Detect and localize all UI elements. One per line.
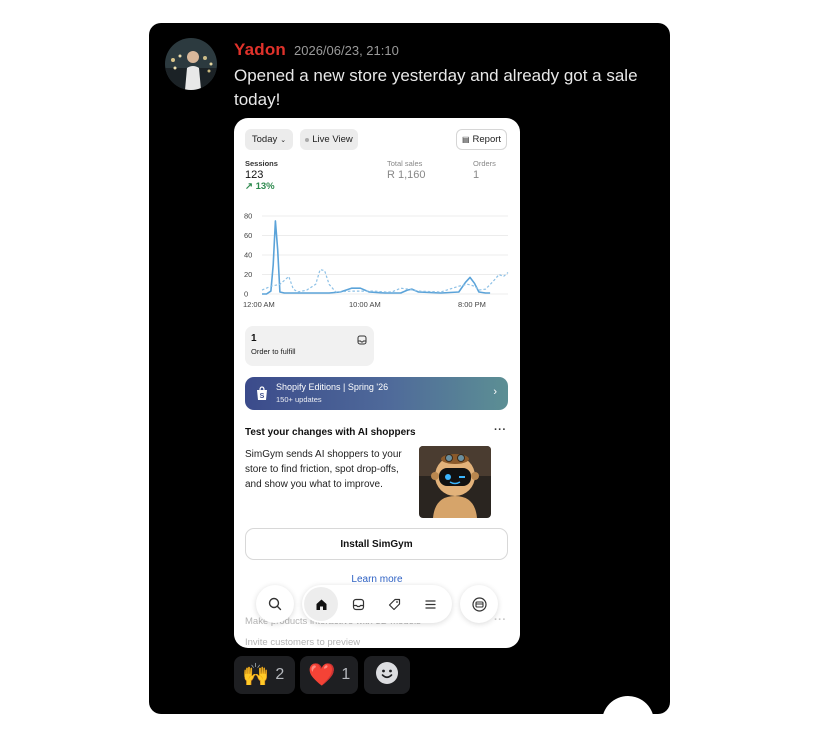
sessions-change-value: 13% bbox=[255, 181, 275, 192]
chevron-down-icon: ⌄ bbox=[280, 136, 287, 144]
x-tick-label: 8:00 PM bbox=[458, 300, 486, 309]
faded-line-2: Invite customers to preview bbox=[245, 637, 361, 648]
sessions-label: Sessions bbox=[245, 159, 278, 168]
range-dropdown: Today ⌄ bbox=[245, 129, 293, 150]
orders-icon bbox=[350, 596, 366, 612]
message-timestamp: 2026/06/23, 21:10 bbox=[294, 43, 399, 58]
live-view-pill: Live View bbox=[300, 129, 358, 150]
attached-screenshot[interactable]: Today ⌄ Live View ▤ Report Sessions 123 … bbox=[234, 118, 520, 648]
message-text: Opened a new store yesterday and already… bbox=[234, 66, 638, 109]
order-to-fulfill-card: 1 Order to fulfill bbox=[245, 326, 374, 366]
sessions-chart: 80 60 40 20 0 bbox=[244, 212, 509, 299]
home-icon bbox=[304, 587, 338, 621]
live-dot-icon bbox=[305, 137, 310, 142]
sales-label: Total sales bbox=[387, 159, 423, 168]
learn-more-link: Learn more bbox=[351, 574, 403, 585]
add-reaction-button[interactable] bbox=[364, 656, 410, 694]
bottom-nav bbox=[256, 585, 498, 623]
orders-value: 1 bbox=[473, 169, 480, 181]
nav-tabs bbox=[302, 585, 452, 623]
more-icon: ··· bbox=[494, 424, 507, 436]
y-tick-label: 60 bbox=[244, 231, 252, 240]
username[interactable]: Yadon bbox=[234, 40, 286, 60]
range-label: Today bbox=[251, 134, 278, 145]
shopify-editions-banner: S Shopify Editions | Spring '26 150+ upd… bbox=[245, 377, 508, 410]
robot-image bbox=[419, 446, 491, 518]
search-icon bbox=[256, 585, 294, 623]
y-tick-label: 40 bbox=[244, 251, 252, 260]
banner-subtitle: 150+ updates bbox=[276, 395, 322, 404]
y-tick-label: 20 bbox=[244, 270, 252, 279]
sales-value: R 1,160 bbox=[387, 169, 426, 181]
inbox-icon bbox=[357, 332, 367, 350]
message-card: Yadon 2026/06/23, 21:10 Opened a new sto… bbox=[149, 23, 670, 714]
report-label: Report bbox=[472, 134, 502, 145]
heart-emoji: ❤️ bbox=[308, 662, 336, 687]
fulfill-label: Order to fulfill bbox=[251, 347, 296, 356]
sessions-value: 123 bbox=[245, 169, 264, 181]
series-line-today bbox=[262, 220, 491, 295]
reaction-heart[interactable]: ❤️ 1 bbox=[300, 656, 358, 694]
y-tick-label: 0 bbox=[244, 290, 248, 299]
chevron-right-icon: › bbox=[493, 386, 497, 398]
store-icon bbox=[460, 585, 498, 623]
report-button: ▤ Report bbox=[456, 129, 507, 150]
shopify-bag-icon: S bbox=[255, 386, 269, 406]
banner-title: Shopify Editions | Spring '26 bbox=[276, 382, 389, 392]
x-tick-label: 10:00 AM bbox=[349, 300, 381, 309]
reaction-count: 2 bbox=[275, 666, 285, 683]
ai-card-body: SimGym sends AI shoppers to your store t… bbox=[245, 449, 402, 490]
series-line-comparison bbox=[261, 268, 509, 293]
smiley-icon bbox=[375, 661, 399, 690]
raised-hands-emoji: 🙌 bbox=[242, 662, 270, 687]
sessions-change: ↗ 13% bbox=[245, 181, 275, 192]
user-avatar[interactable] bbox=[165, 38, 217, 90]
reaction-count: 1 bbox=[341, 666, 351, 683]
install-simgym-button: Install SimGym bbox=[245, 528, 508, 560]
orders-label: Orders bbox=[473, 159, 496, 168]
reaction-raised-hands[interactable]: 🙌 2 bbox=[234, 656, 295, 694]
ai-card-title: Test your changes with AI shoppers bbox=[245, 427, 416, 438]
y-tick-label: 80 bbox=[244, 212, 252, 221]
fulfill-count: 1 bbox=[251, 333, 257, 344]
menu-icon bbox=[422, 596, 438, 612]
tag-icon bbox=[386, 596, 402, 612]
svg-text:S: S bbox=[260, 393, 265, 400]
live-view-label: Live View bbox=[312, 134, 353, 145]
report-icon: ▤ bbox=[461, 135, 470, 144]
arrow-up-right-icon: ↗ bbox=[245, 181, 253, 192]
x-tick-label: 12:00 AM bbox=[243, 300, 275, 309]
